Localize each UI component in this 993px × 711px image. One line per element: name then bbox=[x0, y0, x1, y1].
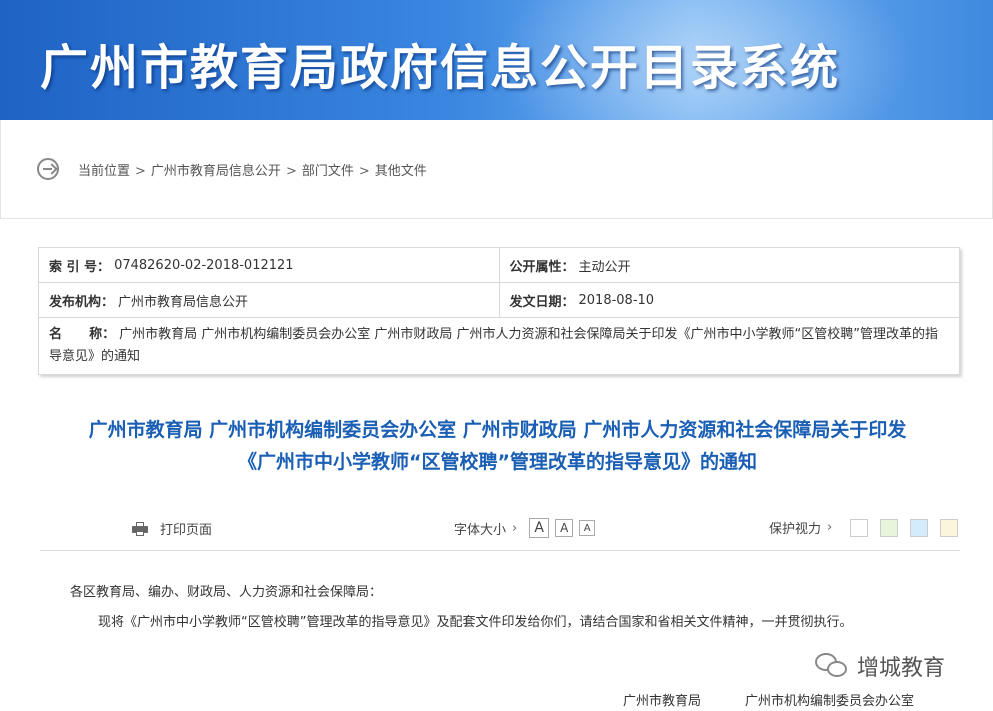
breadcrumb-link-info-public[interactable]: 广州市教育局信息公开 bbox=[151, 164, 281, 179]
meta-name-value: 广州市教育局 广州市机构编制委员会办公室 广州市财政局 广州市人力资源和社会保障… bbox=[49, 327, 939, 364]
meta-name: 名 称： 广州市教育局 广州市机构编制委员会办公室 广州市财政局 广州市人力资源和… bbox=[49, 327, 939, 364]
meta-attr-value: 主动公开 bbox=[578, 259, 631, 275]
signature-staffing-office: 广州市机构编制委员会办公室 bbox=[745, 694, 915, 709]
watermark-text: 增城教育 bbox=[857, 656, 946, 681]
site-title: 广州市教育局政府信息公开目录系统 bbox=[40, 40, 841, 96]
breadcrumb: 当前位置 > 广州市教育局信息公开 > 部门文件 > 其他文件 bbox=[78, 164, 427, 179]
meta-index: 索 引 号： 07482620-02-2018-012121 bbox=[49, 257, 294, 275]
chevron-right-icon: › bbox=[827, 520, 833, 535]
bg-yellow-swatch[interactable] bbox=[940, 518, 959, 537]
meta-index-value: 07482620-02-2018-012121 bbox=[114, 257, 294, 273]
document-meta-table: 索 引 号： 07482620-02-2018-012121 公开属性： 主动公… bbox=[38, 247, 960, 375]
meta-org-value: 广州市教育局信息公开 bbox=[118, 294, 249, 310]
bg-green-swatch[interactable] bbox=[880, 518, 899, 537]
breadcrumb-link-other-files[interactable]: 其他文件 bbox=[375, 164, 427, 179]
printer-icon bbox=[132, 521, 148, 536]
meta-date-value: 2018-08-10 bbox=[578, 292, 655, 308]
wechat-icon bbox=[815, 653, 849, 679]
document-title: 广州市教育局 广州市机构编制委员会办公室 广州市财政局 广州市人力资源和社会保障… bbox=[88, 419, 907, 473]
meta-date: 发文日期： 2018-08-10 bbox=[498, 283, 960, 317]
meta-org: 发布机构： 广州市教育局信息公开 bbox=[39, 283, 499, 317]
font-medium-button[interactable]: A bbox=[555, 519, 574, 537]
meta-attr: 公开属性： 主动公开 bbox=[498, 248, 960, 282]
body-paragraph: 现将《广州市中小学教师“区管校聘”管理改革的指导意见》及配套文件印发给你们，请结… bbox=[98, 615, 853, 630]
watermark: 增城教育 bbox=[815, 650, 945, 682]
arrow-circle-right-icon bbox=[37, 158, 59, 180]
signature-edu-bureau: 广州市教育局 bbox=[623, 694, 702, 709]
eye-protection-control: 保护视力 › bbox=[769, 518, 959, 537]
font-small-button[interactable]: A bbox=[579, 520, 596, 536]
bg-blue-swatch[interactable] bbox=[910, 518, 929, 537]
chevron-right-icon: › bbox=[512, 520, 518, 536]
header-banner: 广州市教育局政府信息公开目录系统 bbox=[0, 0, 993, 120]
font-size-control: 字体大小 › A A A bbox=[454, 518, 596, 538]
breadcrumb-link-dept-files[interactable]: 部门文件 bbox=[302, 164, 354, 179]
font-large-button[interactable]: A bbox=[529, 518, 550, 538]
breadcrumb-current-label: 当前位置 bbox=[78, 164, 131, 179]
breadcrumb-bar: 当前位置 > 广州市教育局信息公开 > 部门文件 > 其他文件 bbox=[0, 120, 993, 219]
salutation: 各区教育局、编办、财政局、人力资源和社会保障局： bbox=[70, 585, 383, 600]
reading-toolbar: 打印页面 字体大小 › A A A 保护视力 › bbox=[40, 510, 960, 551]
document-body: 各区教育局、编办、财政局、人力资源和社会保障局： 现将《广州市中小学教师“区管校… bbox=[70, 578, 852, 638]
print-button[interactable]: 打印页面 bbox=[132, 519, 212, 538]
bg-white-swatch[interactable] bbox=[850, 518, 869, 537]
